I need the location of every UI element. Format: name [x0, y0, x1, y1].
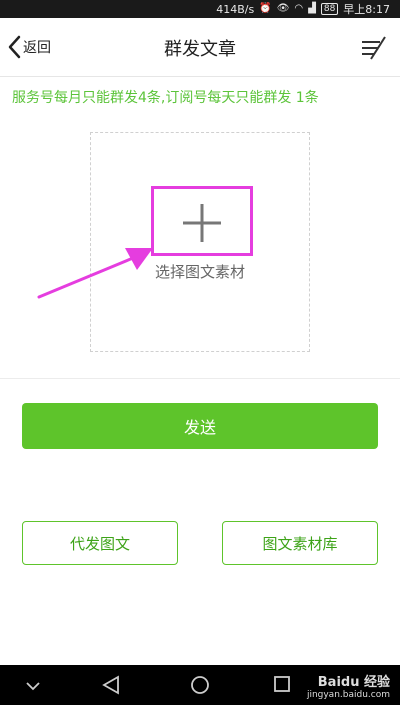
- home-circle-icon[interactable]: [190, 675, 210, 695]
- network-speed: 414B/s: [216, 2, 255, 16]
- chevron-down-icon[interactable]: [26, 681, 40, 691]
- divider: [0, 378, 400, 379]
- back-label: 返回: [23, 40, 51, 56]
- baidu-watermark: Baidu 经验 jingyan.baidu.com: [307, 671, 390, 700]
- signal-icon: ▟: [308, 3, 316, 14]
- alarm-icon: ⏰: [259, 3, 272, 14]
- edit-button[interactable]: [360, 34, 388, 62]
- nav-bar: 返回 群发文章: [0, 18, 400, 77]
- mass-send-limit-notice: 服务号每月只能群发4条,订阅号每天只能群发 1条: [12, 90, 319, 106]
- watermark-main: Baidu 经验: [317, 675, 390, 690]
- annotation-highlight-box: [151, 186, 253, 256]
- edit-list-icon: [362, 36, 386, 60]
- watermark-url: jingyan.baidu.com: [306, 690, 390, 700]
- wifi-icon: ◠: [294, 3, 304, 14]
- system-nav-bar: Baidu 经验 jingyan.baidu.com: [0, 665, 400, 705]
- chevron-left-icon: [8, 35, 21, 59]
- back-triangle-icon[interactable]: [102, 675, 120, 695]
- recent-apps-icon[interactable]: [273, 675, 291, 693]
- eye-icon: 👁: [276, 3, 290, 14]
- battery-level: 88: [320, 3, 339, 15]
- proxy-post-button[interactable]: 代发图文: [22, 521, 178, 565]
- plus-icon: [183, 204, 221, 242]
- page-title: 群发文章: [164, 39, 236, 60]
- status-bar: 414B/s ⏰ 👁 ◠ ▟ 88 早上8:17: [0, 0, 400, 18]
- send-button[interactable]: 发送: [22, 403, 378, 449]
- annotation-arrow-icon: [37, 248, 153, 299]
- back-button[interactable]: 返回: [6, 34, 51, 60]
- material-library-button[interactable]: 图文素材库: [222, 521, 378, 565]
- clock: 早上8:17: [343, 3, 390, 16]
